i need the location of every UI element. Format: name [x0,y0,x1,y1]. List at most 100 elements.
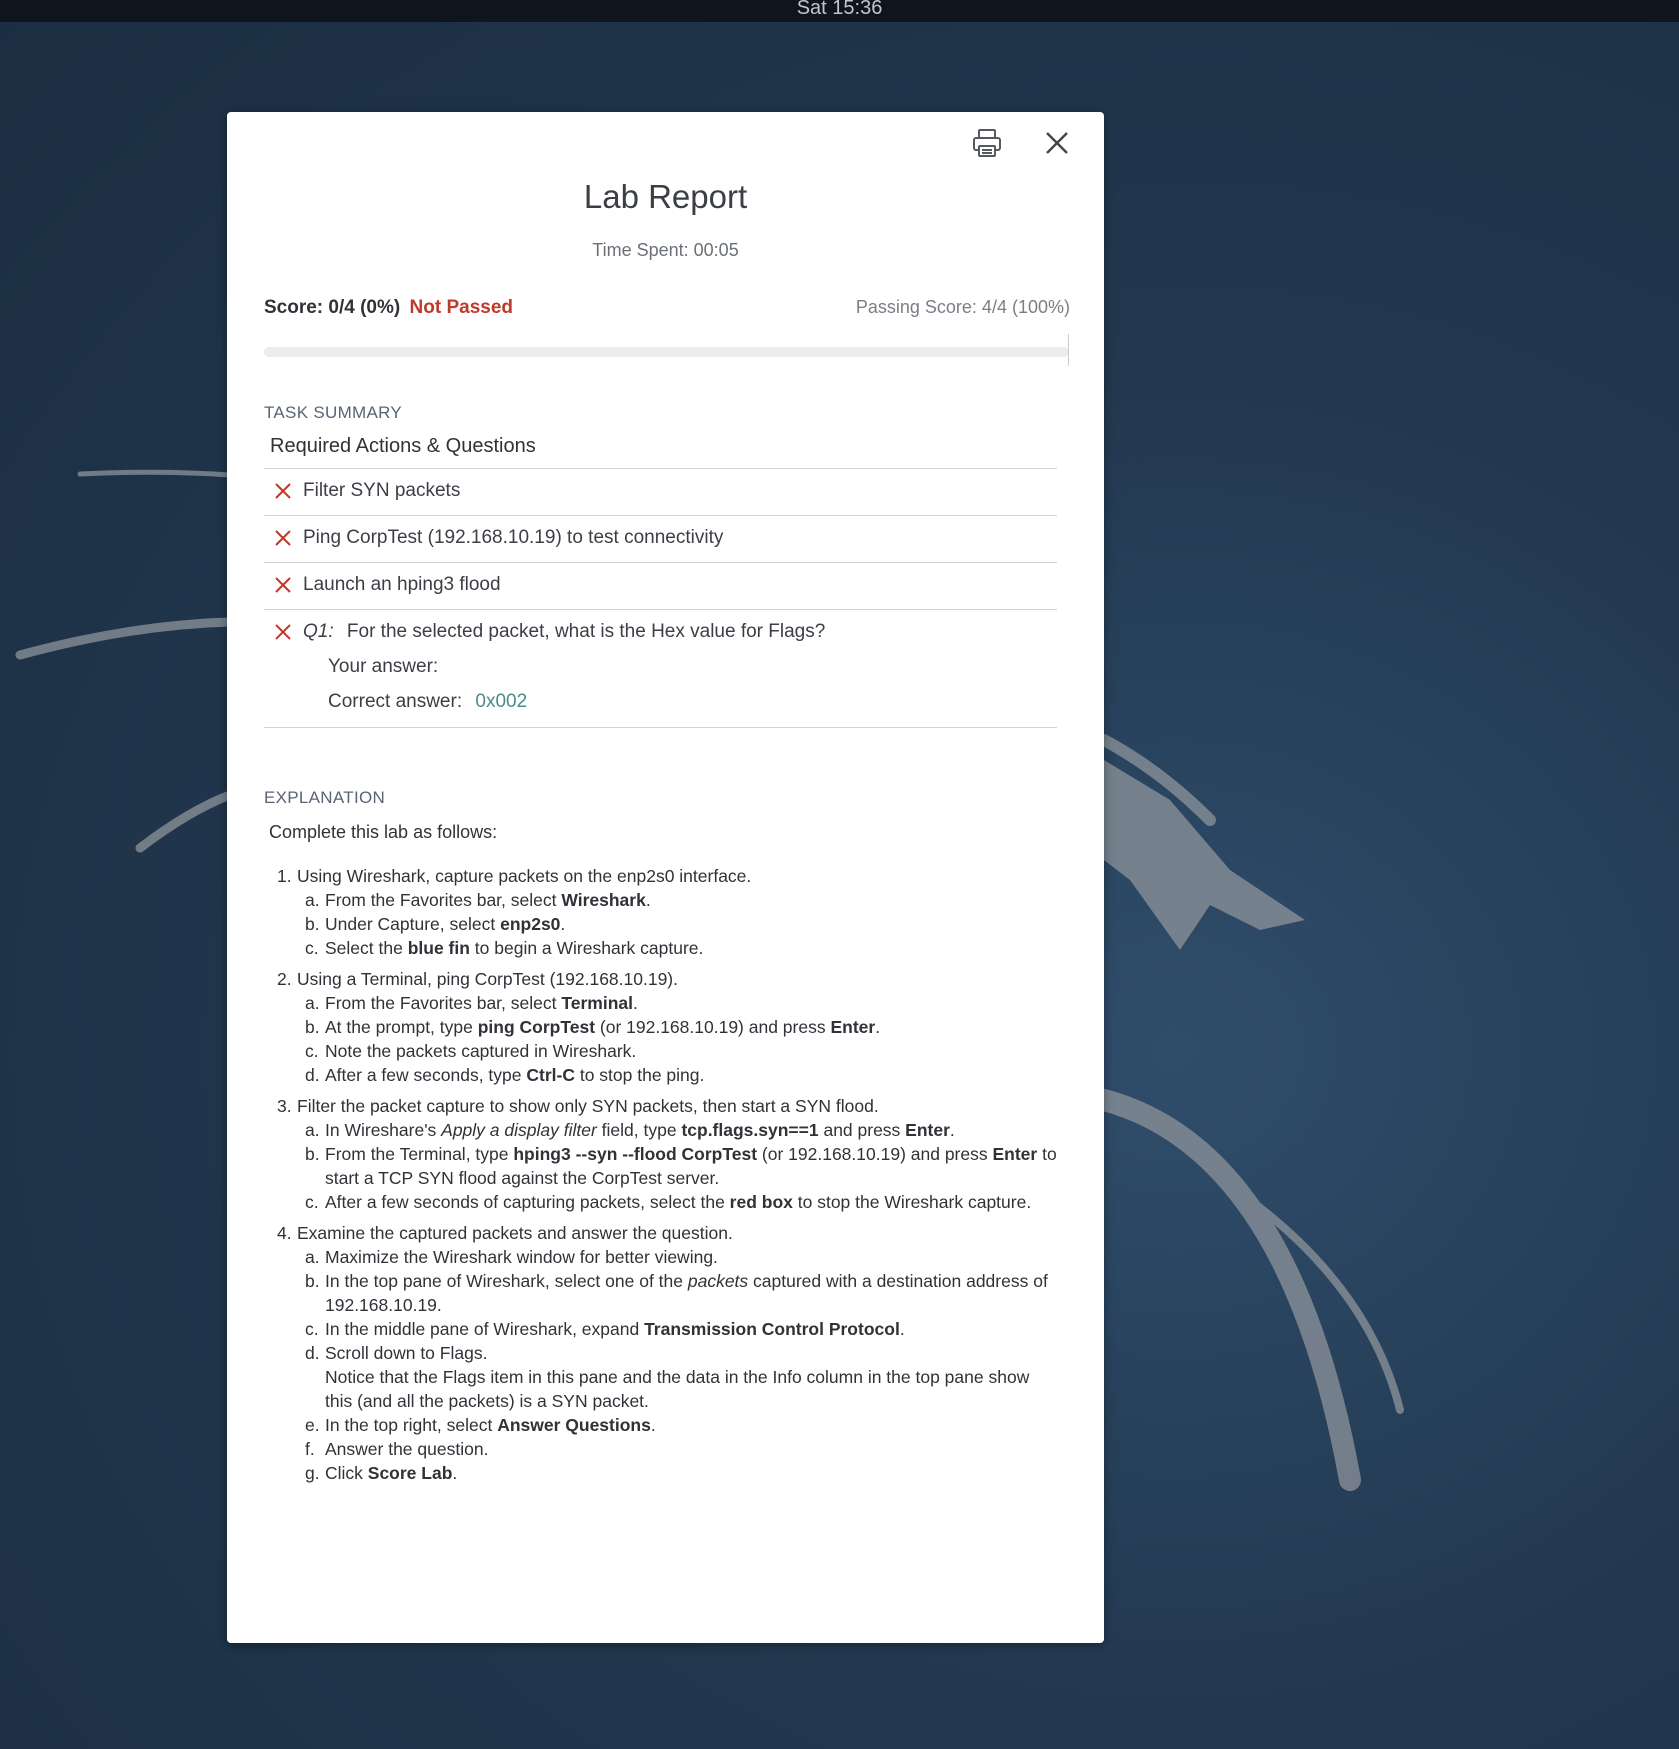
sub-text: Scroll down to Flags. [325,1343,488,1363]
step-title: Using a Terminal, ping CorpTest (192.168… [297,969,679,989]
sub-text: In Wireshare's [325,1120,442,1140]
x-mark-icon [275,530,291,546]
sub-emphasis: Answer Questions [497,1415,651,1435]
sub-letter: b. [305,1271,320,1291]
passing-score: Passing Score: 4/4 (100%) [855,297,1070,317]
sub-text: Click [325,1463,368,1483]
question-label: Q1: [303,621,334,642]
sub-italic: packets [687,1271,749,1291]
your-answer: Your answer: [328,656,446,678]
step-number: 2. [277,969,292,989]
sub-letter: a. [305,1247,320,1267]
sub-text: Maximize the Wireshark window for better… [325,1247,718,1267]
step-1: 1. Using Wireshark, capture packets on th… [269,864,1059,960]
sub-emphasis: Transmission Control Protocol [644,1319,900,1339]
question-body: For the selected packet, what is the Hex… [346,621,826,642]
sub-text: At the prompt, type [325,1017,478,1037]
sub-emphasis: blue fin [407,938,470,958]
task-row: Ping CorpTest (192.168.10.19) to test co… [264,516,1057,563]
sub-text: From the Terminal, type [325,1144,514,1164]
sub-text: . [452,1463,458,1483]
correct-answer: Correct answer: 0x002 [328,691,527,713]
task-row: Launch an hping3 flood [264,563,1057,610]
status-badge: Not Passed [409,297,513,318]
sub-letter: d. [305,1065,320,1085]
sub-letter: c. [305,938,319,958]
sub-emphasis: Enter [830,1017,876,1037]
sub-italic: Apply a display filter [441,1120,597,1140]
sub-letter: c. [305,1192,319,1212]
sub-letter: a. [305,1120,320,1140]
sub-text: . [560,914,566,934]
sub-letter: a. [305,890,320,910]
question-row: Q1: For the selected packet, what is the… [264,610,1057,728]
step-number: 1. [277,866,292,886]
task-table: Required Actions & Questions Filter SYN … [264,429,1057,728]
sub-emphasis: Wireshark [561,890,646,910]
task-text: Launch an hping3 flood [303,574,501,595]
sub-letter: b. [305,1144,320,1164]
step-title: Filter the packet capture to show only S… [297,1096,879,1116]
sub-text: From the Favorites bar, select [325,890,562,910]
sub-text: and press [818,1120,906,1140]
sub-text: After a few seconds of capturing packets… [325,1192,730,1212]
sub-letter: c. [305,1319,319,1339]
x-mark-icon [275,624,291,640]
task-table-header: Required Actions & Questions [264,429,1057,469]
sub-text: . [875,1017,881,1037]
time-spent: Time Spent: 00:05 [592,240,739,260]
correct-answer-label: Correct answer: [328,691,463,712]
score-summary: Score: 0/4 (0%) Not Passed [264,297,513,319]
sub-letter: b. [305,914,320,934]
sub-emphasis: hping3 --syn --flood CorpTest [513,1144,758,1164]
report-title: Lab Report [583,178,748,215]
sub-letter: a. [305,993,320,1013]
sub-text: Answer the question. [325,1439,489,1459]
step-2: 2. Using a Terminal, ping CorpTest (192.1… [269,967,1059,1087]
explanation-body: Complete this lab as follows: 1. Using Wi… [269,820,1059,1492]
sub-text: Notice that the Flags item in this pane … [325,1367,1030,1411]
score-value: Score: 0/4 (0%) [264,297,401,318]
task-row: Filter SYN packets [264,469,1057,516]
sub-emphasis: Enter [992,1144,1038,1164]
sub-emphasis: Score Lab [367,1463,453,1483]
x-mark-icon [275,577,291,593]
question-text: Q1: For the selected packet, what is the… [303,621,825,643]
sub-text: In the top right, select [325,1415,498,1435]
your-answer-label: Your answer: [328,656,439,677]
sub-emphasis: red box [729,1192,793,1212]
x-mark-icon [275,483,291,499]
sub-text: Under Capture, select [325,914,501,934]
sub-text: After a few seconds, type [325,1065,527,1085]
sub-letter: d. [305,1343,320,1363]
sub-text: In the middle pane of Wireshark, expand [325,1319,645,1339]
sub-text: . [645,890,651,910]
task-text: Filter SYN packets [303,480,461,501]
task-summary-heading: TASK SUMMARY [264,403,403,422]
task-text: Ping CorpTest (192.168.10.19) to test co… [303,527,724,548]
sub-emphasis: Enter [905,1120,950,1140]
step-title: Examine the captured packets and answer … [297,1223,733,1243]
sub-letter: b. [305,1017,320,1037]
sub-text: to stop the ping. [574,1065,705,1085]
step-title: Using Wireshark, capture packets on the … [297,866,752,886]
sub-text: . [899,1319,905,1339]
lab-report-dialog: Lab Report Time Spent: 00:05 Score: 0/4 … [227,112,1104,1643]
correct-answer-value: 0x002 [475,691,528,712]
step-number: 4. [277,1223,292,1243]
sub-text: to begin a Wireshark capture. [469,938,704,958]
sub-emphasis: Ctrl-C [526,1065,575,1085]
score-progress-bar [264,347,1069,357]
passing-threshold-marker [1068,334,1069,366]
explanation-heading: EXPLANATION [264,788,386,807]
printer-icon[interactable] [970,126,1004,160]
close-icon[interactable] [1040,126,1074,160]
sub-text: . [949,1120,955,1140]
sub-text: to stop the Wireshark capture. [792,1192,1032,1212]
sub-emphasis: tcp.flags.syn==1 [681,1120,819,1140]
sub-letter: g. [305,1463,320,1483]
sub-text: Note the packets captured in Wireshark. [325,1041,637,1061]
sub-text: . [650,1415,656,1435]
step-3: 3. Filter the packet capture to show only… [269,1094,1059,1214]
sub-text: In the top pane of Wireshark, select one… [325,1271,688,1291]
